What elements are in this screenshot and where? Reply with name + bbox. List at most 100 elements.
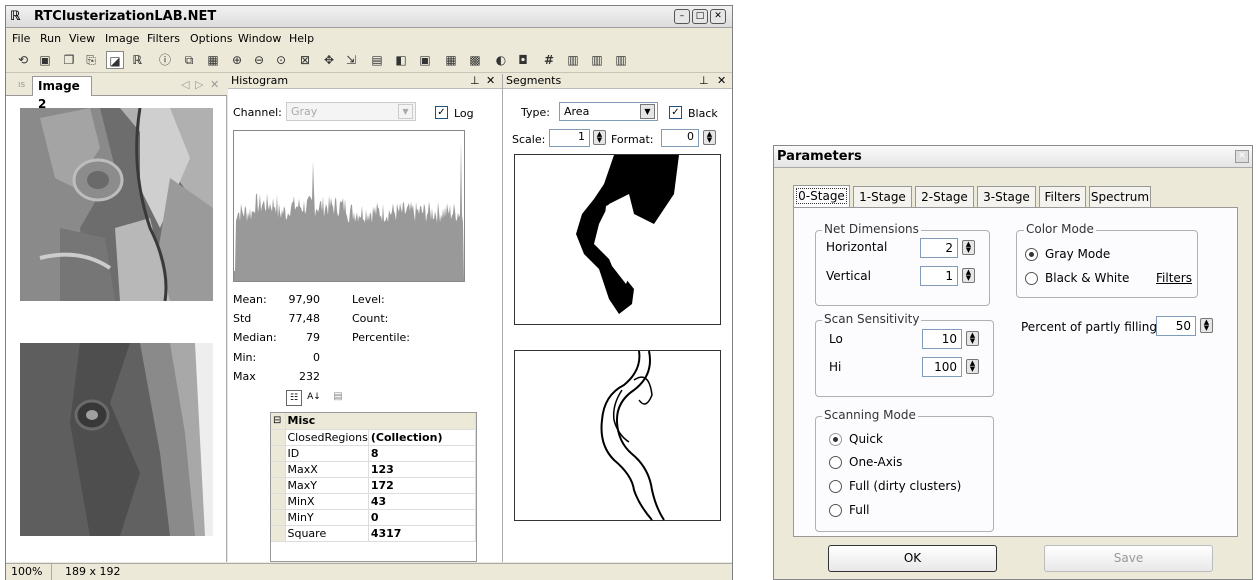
minimize-button[interactable]: – bbox=[674, 9, 690, 24]
property-row[interactable]: ID 8 bbox=[271, 445, 477, 462]
info-icon[interactable]: ⓘ bbox=[156, 51, 174, 69]
fit-icon[interactable]: ⊠ bbox=[296, 51, 314, 69]
type-select[interactable]: Area ▼ bbox=[559, 102, 658, 121]
save-button[interactable]: Save bbox=[1044, 545, 1213, 572]
filters-link[interactable]: Filters bbox=[1156, 271, 1192, 285]
percent-spinner-icon[interactable]: ▲ ▼ bbox=[1200, 318, 1213, 333]
histogram-pin-icon[interactable]: ⊥ bbox=[470, 74, 480, 88]
property-row[interactable]: ClosedRegions (Collection) bbox=[271, 429, 477, 446]
mask-icon[interactable]: ▤ bbox=[368, 51, 386, 69]
property-value[interactable]: 43 bbox=[368, 493, 477, 510]
scale-spinner-icon[interactable]: ▲ ▼ bbox=[593, 130, 606, 145]
chart1-icon[interactable]: ▥ bbox=[564, 51, 582, 69]
property-row[interactable]: MaxX 123 bbox=[271, 461, 477, 478]
black-white-radio[interactable] bbox=[1025, 272, 1038, 285]
tab-0-stage[interactable]: 0-Stage bbox=[793, 185, 850, 208]
misc-category-row[interactable]: ⊟ Misc bbox=[271, 413, 476, 430]
menu-image[interactable]: Image bbox=[105, 32, 139, 45]
tab-3-stage[interactable]: 3-Stage bbox=[977, 186, 1036, 208]
format-spinner-icon[interactable]: ▲ ▼ bbox=[703, 130, 716, 145]
format-input[interactable]: 0 bbox=[661, 129, 699, 147]
row-gutter bbox=[271, 509, 286, 526]
horizontal-input[interactable]: 2 bbox=[920, 238, 958, 258]
tab-image-2[interactable]: Image 2 bbox=[32, 76, 92, 111]
property-row[interactable]: MinY 0 bbox=[271, 509, 477, 526]
property-value[interactable]: 0 bbox=[368, 509, 477, 526]
menu-file[interactable]: File bbox=[12, 32, 30, 45]
vertical-spinner-icon[interactable]: ▲ ▼ bbox=[962, 268, 975, 283]
lo-spinner-icon[interactable]: ▲ ▼ bbox=[966, 331, 979, 346]
property-value[interactable]: 8 bbox=[368, 445, 477, 462]
property-value[interactable]: 4317 bbox=[368, 525, 477, 542]
tab-close-icon[interactable]: ✕ bbox=[210, 78, 219, 91]
property-row[interactable]: Square 4317 bbox=[271, 525, 477, 542]
frame-icon[interactable]: ▣ bbox=[416, 51, 434, 69]
ok-button[interactable]: OK bbox=[828, 545, 997, 572]
zoom-in-icon[interactable]: ⊕ bbox=[228, 51, 246, 69]
property-value[interactable]: 172 bbox=[368, 477, 477, 494]
segments-pin-icon[interactable]: ⊥ bbox=[699, 74, 709, 88]
contrast-icon[interactable]: ◐ bbox=[492, 51, 510, 69]
full-dirty-radio[interactable] bbox=[829, 480, 842, 493]
tab-prev-icon[interactable]: ◁ bbox=[181, 78, 189, 91]
chart3-icon[interactable]: ▥ bbox=[612, 51, 630, 69]
grid-view-icon[interactable]: ▦ bbox=[204, 51, 222, 69]
collapse-icon[interactable]: ⊟ bbox=[271, 413, 286, 430]
property-pages-icon[interactable]: ▤ bbox=[330, 390, 346, 406]
categorized-icon[interactable]: ☷ bbox=[286, 390, 302, 406]
channel-select[interactable]: Gray ▼ bbox=[286, 102, 416, 121]
zoom-out-icon[interactable]: ⊖ bbox=[250, 51, 268, 69]
quick-radio[interactable] bbox=[829, 433, 842, 446]
tab-next-icon[interactable]: ▷ bbox=[195, 78, 203, 91]
vertical-input[interactable]: 1 bbox=[920, 266, 958, 286]
image-view-icon[interactable]: ◪ bbox=[106, 51, 124, 69]
min-label: Min: bbox=[233, 351, 257, 364]
menu-run[interactable]: Run bbox=[40, 32, 61, 45]
hi-input[interactable]: 100 bbox=[922, 357, 962, 377]
chart2-icon[interactable]: ▥ bbox=[588, 51, 606, 69]
menu-view[interactable]: View bbox=[69, 32, 95, 45]
dialog-close-icon[interactable]: ✕ bbox=[1235, 150, 1249, 163]
property-row[interactable]: MinX 43 bbox=[271, 493, 477, 510]
property-value[interactable]: (Collection) bbox=[368, 429, 477, 446]
scale-input[interactable]: 1 bbox=[549, 129, 590, 147]
run-icon[interactable]: ⟲ bbox=[14, 51, 32, 69]
segments-close-icon[interactable]: ✕ bbox=[717, 74, 726, 88]
menu-window[interactable]: Window bbox=[238, 32, 281, 45]
close-button[interactable]: ✕ bbox=[710, 9, 726, 24]
menu-filters[interactable]: Filters bbox=[147, 32, 180, 45]
full-radio[interactable] bbox=[829, 504, 842, 517]
hash-grid-icon[interactable]: # bbox=[540, 51, 558, 69]
gradient-icon[interactable]: ◧ bbox=[392, 51, 410, 69]
table-icon[interactable]: ▦ bbox=[442, 51, 460, 69]
menu-help[interactable]: Help bbox=[289, 32, 314, 45]
zoom-icon[interactable]: ⊙ bbox=[272, 51, 290, 69]
horizontal-spinner-icon[interactable]: ▲ ▼ bbox=[962, 240, 975, 255]
log-checkbox[interactable]: ✓ bbox=[435, 106, 448, 119]
save-icon[interactable]: ▣ bbox=[36, 51, 54, 69]
hi-spinner-icon[interactable]: ▲ ▼ bbox=[966, 359, 979, 374]
cluster-icon[interactable]: ℝ bbox=[128, 51, 146, 69]
gray-mode-radio[interactable] bbox=[1025, 248, 1038, 261]
move-icon[interactable]: ✥ bbox=[320, 51, 338, 69]
tab-spectrum[interactable]: Spectrum bbox=[1089, 186, 1151, 208]
sort-az-icon[interactable]: A↓ bbox=[306, 390, 322, 406]
menu-options[interactable]: Options bbox=[190, 32, 232, 45]
one-axis-radio[interactable] bbox=[829, 456, 842, 469]
lo-input[interactable]: 10 bbox=[922, 329, 962, 349]
invert-icon[interactable]: ◘ bbox=[514, 51, 532, 69]
segments-icon[interactable]: ▩ bbox=[466, 51, 484, 69]
paste-icon[interactable]: ⎘ bbox=[82, 51, 100, 69]
property-value[interactable]: 123 bbox=[368, 461, 477, 478]
tab-1-stage[interactable]: 1-Stage bbox=[853, 186, 912, 208]
duplicate-icon[interactable]: ⧉ bbox=[180, 51, 198, 69]
property-row[interactable]: MaxY 172 bbox=[271, 477, 477, 494]
select-icon[interactable]: ⇲ bbox=[342, 51, 360, 69]
copy-icon[interactable]: ❐ bbox=[60, 51, 78, 69]
tab-filters[interactable]: Filters bbox=[1039, 186, 1086, 208]
histogram-close-icon[interactable]: ✕ bbox=[486, 74, 495, 88]
black-checkbox[interactable]: ✓ bbox=[669, 106, 682, 119]
percent-input[interactable]: 50 bbox=[1156, 316, 1196, 336]
tab-2-stage[interactable]: 2-Stage bbox=[915, 186, 974, 208]
maximize-button[interactable]: □ bbox=[692, 9, 708, 24]
